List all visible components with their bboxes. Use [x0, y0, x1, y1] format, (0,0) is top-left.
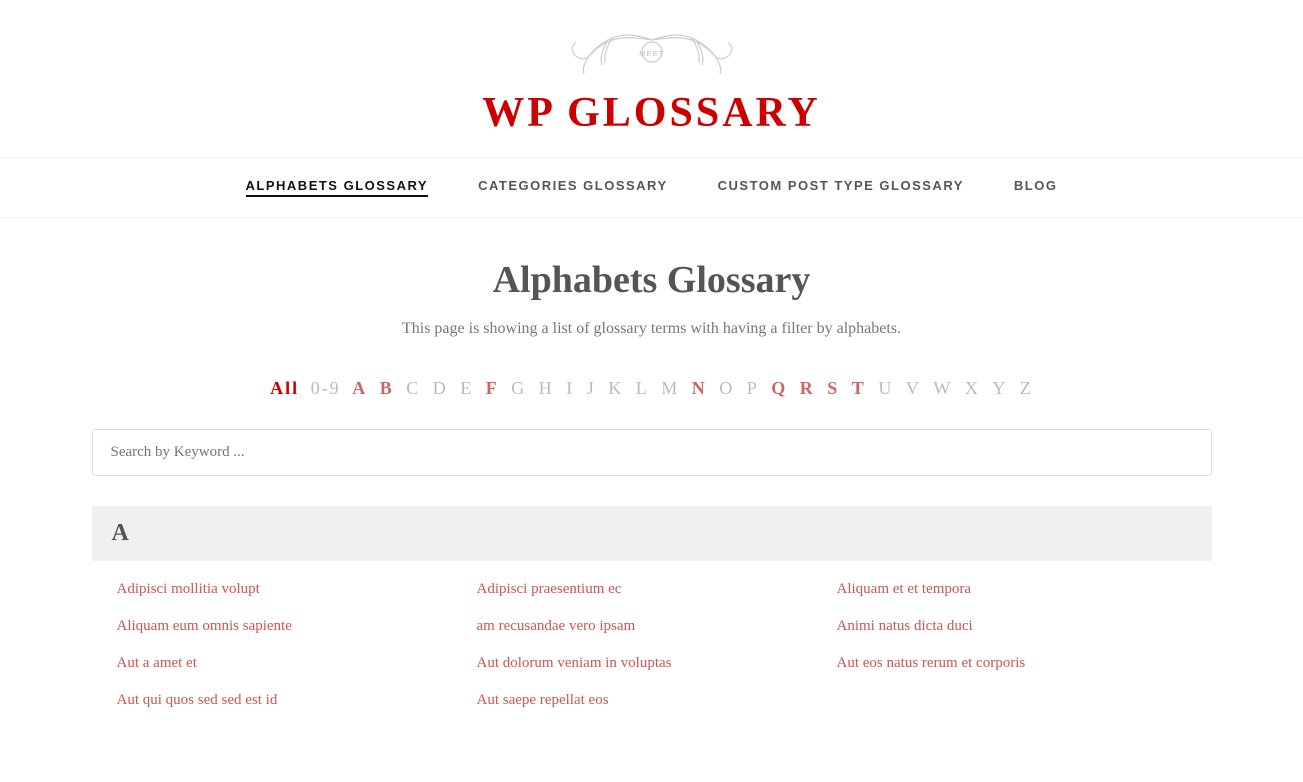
- page-title: Alphabets Glossary: [92, 258, 1212, 302]
- nav-blog[interactable]: BLOG: [1014, 178, 1058, 197]
- section-letter-A: A: [112, 520, 129, 546]
- alpha-E[interactable]: E: [460, 378, 473, 399]
- alpha-V[interactable]: V: [906, 378, 921, 399]
- alpha-J[interactable]: J: [587, 378, 596, 399]
- alpha-L[interactable]: L: [636, 378, 649, 399]
- logo-title: WP GLOSSARY: [20, 89, 1283, 137]
- alpha-U[interactable]: U: [878, 378, 893, 399]
- main-content: Alphabets Glossary This page is showing …: [72, 218, 1232, 769]
- main-nav: ALPHABETS GLOSSARY CATEGORIES GLOSSARY C…: [0, 158, 1303, 218]
- term-adipisci-mollitia[interactable]: Adipisci mollitia volupt: [112, 571, 472, 608]
- page-description: This page is showing a list of glossary …: [92, 320, 1212, 338]
- alpha-F[interactable]: F: [486, 378, 499, 399]
- alpha-M[interactable]: M: [661, 378, 679, 399]
- term-aliquam-eum[interactable]: Aliquam eum omnis sapiente: [112, 608, 472, 645]
- terms-grid-A: Adipisci mollitia volupt Adipisci praese…: [92, 561, 1212, 729]
- alpha-H[interactable]: H: [539, 378, 554, 399]
- svg-text:MEET: MEET: [639, 51, 664, 58]
- alpha-P[interactable]: P: [747, 378, 759, 399]
- alpha-I[interactable]: I: [566, 378, 574, 399]
- alpha-D[interactable]: D: [433, 378, 448, 399]
- alpha-Q[interactable]: Q: [771, 378, 787, 399]
- alpha-R[interactable]: R: [800, 378, 815, 399]
- search-input[interactable]: [92, 429, 1212, 476]
- nav-alphabets-glossary[interactable]: ALPHABETS GLOSSARY: [246, 178, 429, 197]
- nav-custom-post-type-glossary[interactable]: CUSTOM POST TYPE GLOSSARY: [718, 178, 964, 197]
- term-aut-eos[interactable]: Aut eos natus rerum et corporis: [832, 645, 1192, 682]
- term-adipisci-praesentium[interactable]: Adipisci praesentium ec: [472, 571, 832, 608]
- alpha-T[interactable]: T: [852, 378, 866, 399]
- logo-ornament: MEET: [552, 30, 752, 85]
- term-aliquam-et[interactable]: Aliquam et et tempora: [832, 571, 1192, 608]
- section-A: A Adipisci mollitia volupt Adipisci prae…: [92, 506, 1212, 729]
- alpha-G[interactable]: G: [511, 378, 526, 399]
- section-header-A: A: [92, 506, 1212, 561]
- term-am-recusandae[interactable]: am recusandae vero ipsam: [472, 608, 832, 645]
- alpha-K[interactable]: K: [608, 378, 623, 399]
- alphabet-nav: All 0-9 A B C D E F G H I J K L M N O P …: [92, 378, 1212, 399]
- alpha-S[interactable]: S: [827, 378, 839, 399]
- alpha-W[interactable]: W: [933, 378, 952, 399]
- alpha-O[interactable]: O: [719, 378, 734, 399]
- alpha-N[interactable]: N: [692, 378, 707, 399]
- term-aut-qui[interactable]: Aut qui quos sed sed est id: [112, 682, 472, 719]
- alpha-all[interactable]: All: [270, 378, 299, 399]
- alpha-C[interactable]: C: [406, 378, 420, 399]
- term-aut-a-amet[interactable]: Aut a amet et: [112, 645, 472, 682]
- alpha-Y[interactable]: Y: [992, 378, 1007, 399]
- alpha-A[interactable]: A: [352, 378, 367, 399]
- term-animi-natus[interactable]: Animi natus dicta duci: [832, 608, 1192, 645]
- alpha-Z[interactable]: Z: [1020, 378, 1033, 399]
- site-header: MEET WP GLOSSARY: [0, 0, 1303, 158]
- alpha-09[interactable]: 0-9: [311, 378, 341, 398]
- nav-categories-glossary[interactable]: CATEGORIES GLOSSARY: [478, 178, 668, 197]
- alpha-X[interactable]: X: [965, 378, 980, 399]
- alpha-B[interactable]: B: [380, 378, 394, 399]
- term-aut-saepe[interactable]: Aut saepe repellat eos: [472, 682, 832, 719]
- term-aut-dolorum[interactable]: Aut dolorum veniam in voluptas: [472, 645, 832, 682]
